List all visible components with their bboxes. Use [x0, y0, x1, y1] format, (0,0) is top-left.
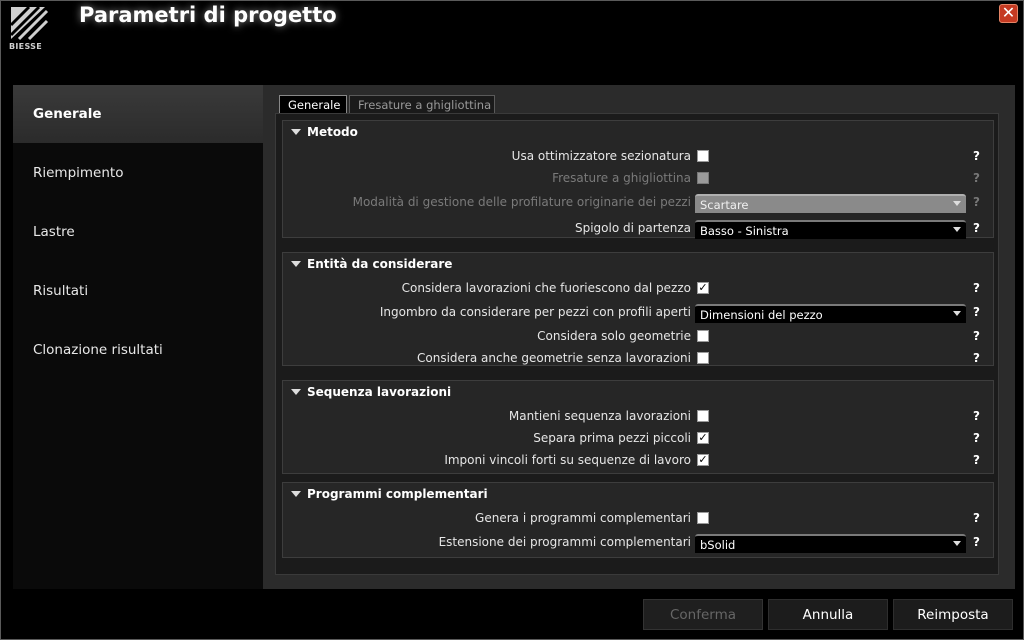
- content-area: Generale Fresature a ghigliottina Metodo…: [263, 85, 1015, 589]
- chevron-down-icon: [953, 311, 961, 316]
- question-icon[interactable]: ?: [973, 351, 980, 365]
- field-label: Separa prima pezzi piccoli: [533, 431, 691, 445]
- imponi-vincoli-checkbox[interactable]: ✓: [697, 454, 709, 466]
- field-label: Imponi vincoli forti su sequenze di lavo…: [444, 453, 691, 467]
- group-title: Entità da considerare: [307, 257, 453, 271]
- row-genera-programmi: Genera i programmi complementari ?: [283, 508, 995, 530]
- question-icon[interactable]: ?: [973, 453, 980, 467]
- field-label: Mantieni sequenza lavorazioni: [508, 409, 691, 423]
- select-value: bSolid: [700, 537, 736, 552]
- group-sequenza-lavorazioni: Sequenza lavorazioni Mantieni sequenza l…: [282, 380, 994, 474]
- separa-pezzi-piccoli-checkbox[interactable]: ✓: [697, 432, 709, 444]
- considera-lavorazioni-checkbox[interactable]: ✓: [697, 282, 709, 294]
- close-icon[interactable]: ✕: [999, 4, 1018, 23]
- tab-generale[interactable]: Generale: [279, 95, 347, 113]
- sidebar-item-lastre[interactable]: Lastre: [13, 203, 263, 261]
- triangle-down-icon: [291, 491, 301, 497]
- considera-anche-geometrie-checkbox[interactable]: [697, 352, 709, 364]
- field-label: Considera anche geometrie senza lavorazi…: [417, 351, 691, 365]
- group-metodo: Metodo Usa ottimizzatore sezionatura ? F…: [282, 120, 995, 240]
- group-header-programmi[interactable]: Programmi complementari: [291, 487, 488, 501]
- usa-ottimizzatore-checkbox[interactable]: [697, 150, 709, 162]
- logo-text: BIESSE: [9, 42, 42, 51]
- group-title: Sequenza lavorazioni: [307, 385, 452, 399]
- spigolo-partenza-select[interactable]: Basso - Sinistra: [695, 220, 966, 239]
- modalita-gestione-select[interactable]: Scartare: [695, 194, 966, 213]
- row-usa-ottimizzatore: Usa ottimizzatore sezionatura ?: [283, 146, 995, 168]
- group-title: Metodo: [307, 125, 358, 139]
- settings-panel: Metodo Usa ottimizzatore sezionatura ? F…: [275, 113, 999, 575]
- ingombro-select[interactable]: Dimensioni del pezzo: [695, 304, 966, 323]
- row-considera-lavorazioni: Considera lavorazioni che fuoriescono da…: [283, 278, 995, 300]
- select-value: Scartare: [700, 197, 749, 212]
- window-title: Parametri di progetto: [79, 3, 337, 27]
- field-label: Usa ottimizzatore sezionatura: [511, 149, 691, 163]
- sidebar-item-clonazione-risultati[interactable]: Clonazione risultati: [13, 321, 263, 379]
- question-icon[interactable]: ?: [973, 305, 980, 319]
- group-header-entita[interactable]: Entità da considerare: [291, 257, 452, 271]
- question-icon[interactable]: ?: [973, 149, 980, 163]
- group-entita-da-considerare: Entità da considerare Considera lavorazi…: [282, 252, 994, 366]
- chevron-down-icon: [953, 201, 961, 206]
- triangle-down-icon: [291, 389, 301, 395]
- title-bar: BIESSE Parametri di progetto ✕: [1, 1, 1023, 85]
- genera-programmi-checkbox[interactable]: [697, 512, 709, 524]
- triangle-down-icon: [291, 261, 301, 267]
- sidebar: Generale Riempimento Lastre Risultati Cl…: [13, 85, 263, 589]
- group-header-sequenza[interactable]: Sequenza lavorazioni: [291, 385, 451, 399]
- chevron-down-icon: [953, 227, 961, 232]
- row-fresature-ghigliottina: Fresature a ghigliottina ?: [283, 168, 995, 190]
- question-icon[interactable]: ?: [973, 195, 980, 209]
- cancel-button[interactable]: Annulla: [768, 599, 888, 630]
- question-icon[interactable]: ?: [973, 281, 980, 295]
- row-mantieni-sequenza: Mantieni sequenza lavorazioni ?: [283, 406, 995, 428]
- field-label: Considera lavorazioni che fuoriescono da…: [401, 281, 691, 295]
- confirm-button[interactable]: Conferma: [643, 599, 763, 630]
- considera-solo-geometrie-checkbox[interactable]: [697, 330, 709, 342]
- group-title: Programmi complementari: [307, 487, 488, 501]
- row-ingombro: Ingombro da considerare per pezzi con pr…: [283, 302, 995, 324]
- fresature-ghigliottina-checkbox[interactable]: [697, 172, 709, 184]
- question-icon[interactable]: ?: [973, 535, 980, 549]
- estensione-programmi-select[interactable]: bSolid: [695, 534, 966, 553]
- row-considera-anche-geometrie: Considera anche geometrie senza lavorazi…: [283, 348, 995, 370]
- mantieni-sequenza-checkbox[interactable]: [697, 410, 709, 422]
- question-icon[interactable]: ?: [973, 409, 980, 423]
- field-label: Considera solo geometrie: [537, 329, 691, 343]
- row-separa-pezzi-piccoli: Separa prima pezzi piccoli ✓ ?: [283, 428, 995, 450]
- group-programmi-complementari: Programmi complementari Genera i program…: [282, 482, 994, 558]
- field-label: Estensione dei programmi complementari: [438, 535, 691, 549]
- sidebar-item-generale[interactable]: Generale: [13, 85, 263, 143]
- question-icon[interactable]: ?: [973, 171, 980, 185]
- dialog-window: BIESSE Parametri di progetto ✕ Generale …: [0, 0, 1024, 640]
- chevron-down-icon: [953, 541, 961, 546]
- row-considera-solo-geometrie: Considera solo geometrie ?: [283, 326, 995, 348]
- select-value: Basso - Sinistra: [700, 223, 789, 238]
- field-label: Spigolo di partenza: [574, 221, 691, 235]
- reset-button[interactable]: Reimposta: [893, 599, 1013, 630]
- row-spigolo-partenza: Spigolo di partenza Basso - Sinistra ?: [283, 218, 995, 240]
- question-icon[interactable]: ?: [973, 329, 980, 343]
- field-label: Fresature a ghigliottina: [552, 171, 691, 185]
- select-value: Dimensioni del pezzo: [700, 307, 823, 322]
- group-header-metodo[interactable]: Metodo: [291, 125, 358, 139]
- row-estensione-programmi: Estensione dei programmi complementari b…: [283, 532, 995, 554]
- tab-fresature-a-ghigliottina[interactable]: Fresature a ghigliottina: [349, 95, 495, 113]
- question-icon[interactable]: ?: [973, 511, 980, 525]
- field-label: Ingombro da considerare per pezzi con pr…: [379, 305, 691, 319]
- question-icon[interactable]: ?: [973, 221, 980, 235]
- field-label: Modalità di gestione delle profilature o…: [352, 195, 691, 209]
- row-modalita-gestione: Modalità di gestione delle profilature o…: [283, 192, 995, 214]
- question-icon[interactable]: ?: [973, 431, 980, 445]
- sidebar-item-risultati[interactable]: Risultati: [13, 262, 263, 320]
- triangle-down-icon: [291, 129, 301, 135]
- field-label: Genera i programmi complementari: [475, 511, 691, 525]
- sidebar-item-riempimento[interactable]: Riempimento: [13, 144, 263, 202]
- row-imponi-vincoli: Imponi vincoli forti su sequenze di lavo…: [283, 450, 995, 472]
